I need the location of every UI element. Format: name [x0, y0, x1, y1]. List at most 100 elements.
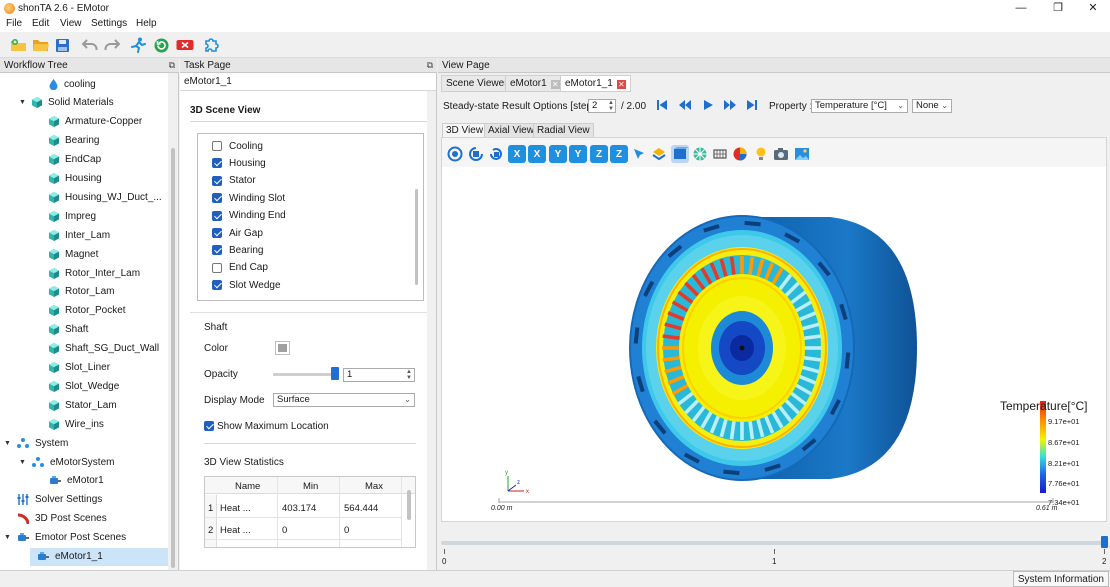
menu-file[interactable]: File	[6, 18, 22, 29]
tree-item[interactable]: Housing	[0, 170, 102, 188]
rotate-icon[interactable]	[467, 145, 485, 163]
timeline-handle[interactable]	[1101, 536, 1108, 548]
part-toggle[interactable]: Winding End	[212, 208, 286, 224]
color-icon[interactable]	[731, 145, 749, 163]
opacity-slider-track[interactable]	[273, 373, 339, 376]
property-select[interactable]: Temperature [°C] ⌄	[811, 99, 908, 113]
menu-view[interactable]: View	[60, 18, 82, 29]
view-tab[interactable]: Scene Viewer	[441, 75, 513, 92]
checkbox-icon[interactable]	[212, 175, 222, 186]
refresh-icon[interactable]	[152, 36, 171, 54]
tree-item[interactable]: cooling	[0, 75, 96, 93]
close-tab-icon[interactable]: ✕	[550, 80, 560, 89]
clip-icon[interactable]	[650, 145, 668, 163]
fast-forward-icon[interactable]	[722, 97, 738, 113]
view-z-pos-icon[interactable]: Z	[590, 145, 608, 163]
float-panel-icon[interactable]: ⧉	[169, 60, 175, 71]
first-frame-icon[interactable]	[654, 97, 670, 113]
checkbox-icon[interactable]	[212, 210, 222, 221]
view-y-pos-icon[interactable]: Y	[549, 145, 567, 163]
view-x-neg-icon[interactable]: X	[528, 145, 546, 163]
expand-arrow-icon[interactable]: ▼	[19, 459, 29, 466]
checkbox-icon[interactable]	[212, 193, 222, 204]
checkbox-icon[interactable]	[212, 280, 222, 291]
view-tab[interactable]: eMotor1_1 ✕	[560, 75, 631, 92]
tree-item[interactable]: Slot_Liner	[0, 359, 110, 377]
tree-scrollbar[interactable]	[168, 73, 178, 570]
color-swatch[interactable]	[275, 341, 290, 355]
part-toggle[interactable]: Stator	[212, 173, 256, 189]
spin-arrows-icon[interactable]: ▲ ▼	[406, 369, 412, 381]
run-icon[interactable]	[129, 36, 148, 54]
part-toggle[interactable]: Housing	[212, 155, 266, 171]
view-y-neg-icon[interactable]: Y	[569, 145, 587, 163]
maximize-button[interactable]: ❐	[1043, 1, 1073, 16]
tree-item[interactable]: Rotor_Lam	[0, 283, 114, 301]
close-tab-icon[interactable]: ✕	[616, 80, 626, 89]
new-project-icon[interactable]	[9, 36, 28, 54]
parts-scroll-thumb[interactable]	[415, 189, 418, 285]
tree-item[interactable]: eMotor1_1	[30, 547, 168, 566]
task-scrollbar[interactable]	[427, 91, 436, 570]
component-select[interactable]: None ⌄	[912, 99, 952, 113]
spin-arrows-icon[interactable]: ▲ ▼	[608, 100, 614, 112]
rewind-icon[interactable]	[677, 97, 693, 113]
tree-item[interactable]: Shaft_SG_Duct_Wall	[0, 340, 159, 358]
system-info-button[interactable]: System Information	[1012, 571, 1109, 587]
menu-help[interactable]: Help	[136, 18, 157, 29]
save-icon[interactable]	[53, 36, 72, 54]
last-frame-icon[interactable]	[744, 97, 760, 113]
scene-canvas[interactable]: y x z 0.00 m 0.61 m Temperature[°C] 9.17…	[442, 167, 1106, 521]
checkbox-icon[interactable]	[212, 141, 222, 151]
play-icon[interactable]	[700, 97, 716, 113]
checkbox-icon[interactable]	[212, 245, 222, 256]
expand-arrow-icon[interactable]: ▼	[4, 534, 14, 541]
part-toggle[interactable]: Slot Wedge	[212, 277, 281, 293]
open-folder-icon[interactable]	[31, 36, 50, 54]
fit-icon[interactable]	[446, 145, 464, 163]
view-z-neg-icon[interactable]: Z	[610, 145, 628, 163]
tree-item[interactable]: Housing_WJ_Duct_...	[0, 188, 162, 206]
stop-icon[interactable]	[175, 36, 194, 54]
tree-item[interactable]: Shaft	[0, 321, 88, 339]
stats-scroll-thumb[interactable]	[407, 490, 411, 520]
pick-icon[interactable]	[630, 145, 648, 163]
menu-settings[interactable]: Settings	[91, 18, 127, 29]
plugin-icon[interactable]	[201, 36, 220, 54]
part-toggle[interactable]: Bearing	[212, 242, 263, 258]
part-toggle[interactable]: Air Gap	[212, 225, 263, 241]
checkbox-icon[interactable]	[212, 262, 222, 273]
tree-item[interactable]: ▼ eMotorSystem	[0, 453, 114, 471]
light-icon[interactable]	[752, 145, 770, 163]
float-panel-icon[interactable]: ⧉	[427, 60, 433, 71]
undo-icon[interactable]	[80, 36, 99, 54]
box-icon[interactable]	[671, 145, 689, 163]
tree-item[interactable]: EndCap	[0, 151, 101, 169]
expand-arrow-icon[interactable]: ▼	[4, 440, 14, 447]
opacity-spinbox[interactable]: 1 ▲ ▼	[343, 368, 415, 382]
mesh-icon[interactable]	[691, 145, 709, 163]
checkbox-icon[interactable]	[204, 421, 214, 431]
menu-edit[interactable]: Edit	[32, 18, 49, 29]
tree-scroll-thumb[interactable]	[171, 148, 175, 568]
display-mode-select[interactable]: Surface ⌄	[273, 393, 415, 407]
reset-icon[interactable]	[487, 145, 505, 163]
tree-item[interactable]: eMotor1	[0, 472, 104, 490]
tree-item[interactable]: ▼ Emotor Post Scenes	[0, 529, 126, 547]
part-toggle[interactable]: End Cap	[212, 260, 268, 276]
tree-item[interactable]: Stator_Lam	[0, 396, 117, 414]
step-spinbox[interactable]: 2 ▲ ▼	[588, 99, 616, 113]
tree-item[interactable]: Rotor_Pocket	[0, 302, 126, 320]
close-button[interactable]: ✕	[1078, 1, 1108, 16]
tree-item[interactable]: Armature-Copper	[0, 113, 142, 131]
tree-item[interactable]: Inter_Lam	[0, 226, 110, 244]
tree-item[interactable]: ▼ Solid Materials	[0, 94, 114, 112]
tree-item[interactable]: Slot_Wedge	[0, 377, 119, 395]
view-x-pos-icon[interactable]: X	[508, 145, 526, 163]
view-subtab[interactable]: Radial View	[533, 123, 594, 138]
expand-arrow-icon[interactable]: ▼	[19, 99, 29, 106]
view-tab[interactable]: eMotor1 ✕	[505, 75, 565, 92]
camera-icon[interactable]	[772, 145, 790, 163]
view-subtab[interactable]: Axial View	[484, 123, 538, 138]
checkbox-icon[interactable]	[212, 158, 222, 169]
